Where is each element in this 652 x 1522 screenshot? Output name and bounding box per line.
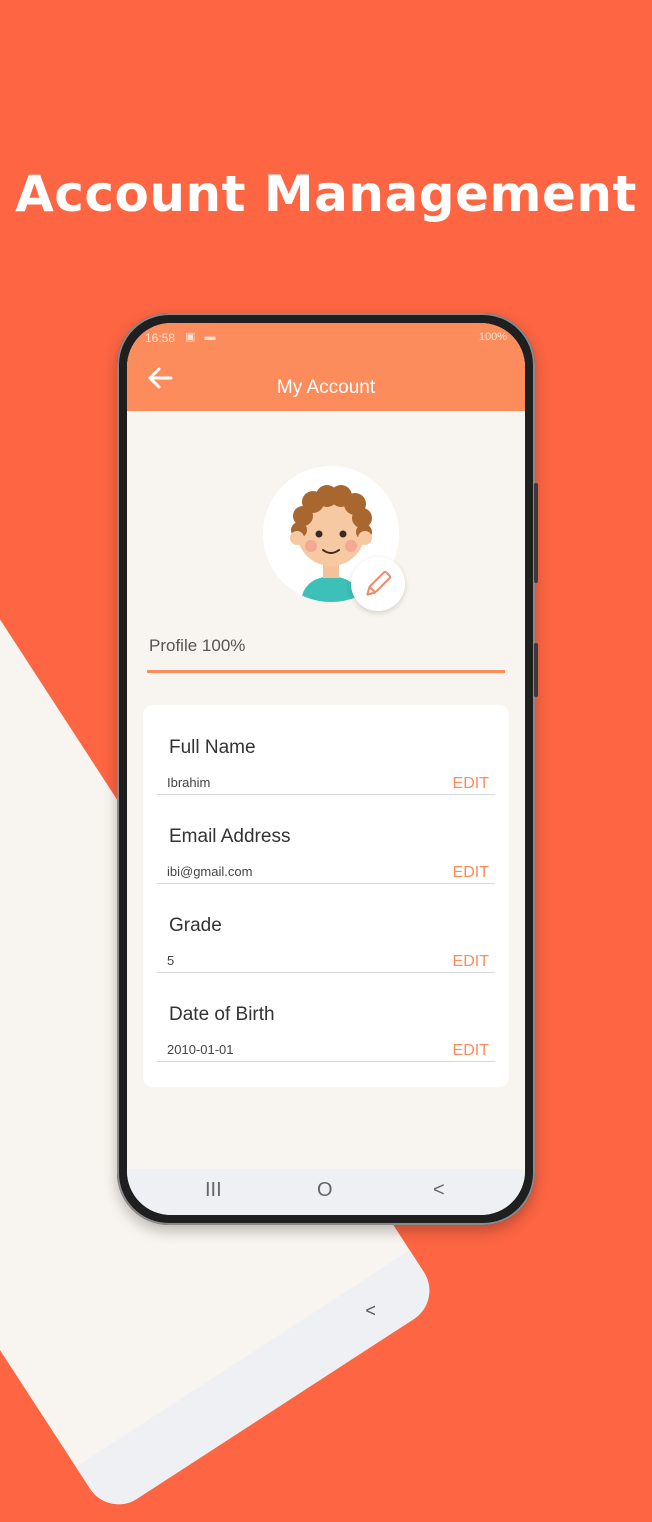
profile-progress-bar (147, 670, 505, 673)
field-label: Email Address (169, 826, 291, 847)
edit-email-button[interactable]: EDIT (453, 864, 489, 882)
account-details-card: Full Name Ibrahim EDIT Email Address ibi… (143, 705, 509, 1087)
field-value: 2010-01-01 (167, 1042, 234, 1057)
field-label: Full Name (169, 737, 256, 758)
system-nav-bar: III O < (127, 1169, 525, 1215)
field-value: Ibrahim (167, 775, 211, 790)
side-button (534, 483, 538, 583)
recents-button[interactable]: III (205, 1179, 222, 1202)
field-label: Date of Birth (169, 1004, 275, 1025)
page-title: My Account (276, 377, 376, 398)
field-value: 5 (167, 953, 175, 968)
edit-avatar-button[interactable] (351, 557, 405, 611)
back-button[interactable]: < (433, 1179, 445, 1202)
secondary-back-icon: < (365, 1300, 377, 1321)
pencil-icon (366, 570, 392, 596)
status-icons: ▣ ▬ (185, 331, 219, 343)
field-date-of-birth: Date of Birth 2010-01-01 EDIT (157, 972, 495, 1062)
field-label: Grade (169, 915, 222, 936)
app-bar: 16:58 ▣ ▬ 100% My Account (127, 323, 525, 411)
edit-date-of-birth-button[interactable]: EDIT (453, 1042, 489, 1060)
battery-level: 100% (478, 331, 507, 343)
headline: Account Management (15, 165, 637, 223)
phone-frame: 16:58 ▣ ▬ 100% My Account Profile 100% F… (117, 313, 538, 1225)
field-full-name: Full Name Ibrahim EDIT (157, 705, 495, 795)
field-email-address: Email Address ibi@gmail.com EDIT (157, 794, 495, 884)
status-bar: 16:58 ▣ ▬ 100% (127, 323, 525, 353)
profile-completion-label: Profile 100% (149, 636, 246, 655)
side-button (534, 643, 538, 697)
secondary-phone-nav: < (75, 1250, 443, 1518)
field-value: ibi@gmail.com (167, 864, 253, 879)
phone-screen: 16:58 ▣ ▬ 100% My Account Profile 100% F… (127, 323, 525, 1215)
field-grade: Grade 5 EDIT (157, 883, 495, 973)
edit-grade-button[interactable]: EDIT (453, 953, 489, 971)
home-button[interactable]: O (317, 1179, 333, 1202)
profile-progress-fill (147, 670, 505, 673)
status-time: 16:58 (145, 331, 176, 345)
edit-full-name-button[interactable]: EDIT (453, 775, 489, 793)
